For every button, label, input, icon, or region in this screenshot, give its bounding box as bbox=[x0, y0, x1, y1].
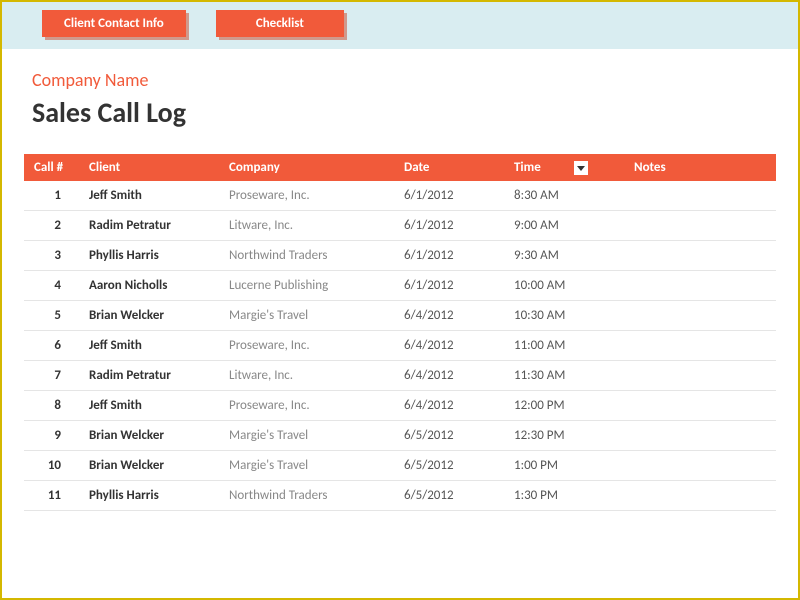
cell-date: 6/5/2012 bbox=[394, 481, 504, 511]
cell-notes bbox=[624, 301, 776, 331]
cell-time: 9:00 AM bbox=[504, 211, 624, 241]
th-time[interactable]: Time bbox=[504, 154, 624, 181]
cell-callnum: 4 bbox=[24, 271, 79, 301]
header-area: Company Name Sales Call Log bbox=[2, 49, 798, 140]
cell-notes bbox=[624, 331, 776, 361]
cell-notes bbox=[624, 271, 776, 301]
cell-date: 6/5/2012 bbox=[394, 421, 504, 451]
tab-label: Checklist bbox=[256, 16, 304, 31]
table-row[interactable]: 4Aaron NichollsLucerne Publishing6/1/201… bbox=[24, 271, 776, 301]
cell-time: 8:30 AM bbox=[504, 181, 624, 211]
cell-company: Litware, Inc. bbox=[219, 361, 394, 391]
tab-label: Client Contact Info bbox=[64, 16, 164, 31]
cell-client: Aaron Nicholls bbox=[79, 271, 219, 301]
filter-dropdown-icon[interactable] bbox=[574, 161, 588, 175]
cell-notes bbox=[624, 421, 776, 451]
cell-callnum: 7 bbox=[24, 361, 79, 391]
cell-date: 6/4/2012 bbox=[394, 301, 504, 331]
cell-date: 6/1/2012 bbox=[394, 271, 504, 301]
cell-callnum: 10 bbox=[24, 451, 79, 481]
tab-checklist[interactable]: Checklist bbox=[216, 10, 344, 37]
cell-date: 6/1/2012 bbox=[394, 241, 504, 271]
th-callnum[interactable]: Call # bbox=[24, 154, 79, 181]
table-header-row: Call # Client Company Date Time Notes bbox=[24, 154, 776, 181]
cell-company: Northwind Traders bbox=[219, 481, 394, 511]
cell-client: Radim Petratur bbox=[79, 211, 219, 241]
cell-date: 6/1/2012 bbox=[394, 211, 504, 241]
cell-company: Northwind Traders bbox=[219, 241, 394, 271]
th-date[interactable]: Date bbox=[394, 154, 504, 181]
cell-callnum: 1 bbox=[24, 181, 79, 211]
cell-notes bbox=[624, 391, 776, 421]
cell-callnum: 2 bbox=[24, 211, 79, 241]
cell-callnum: 3 bbox=[24, 241, 79, 271]
th-time-label: Time bbox=[514, 160, 541, 175]
cell-notes bbox=[624, 211, 776, 241]
table-row[interactable]: 3Phyllis HarrisNorthwind Traders6/1/2012… bbox=[24, 241, 776, 271]
cell-company: Litware, Inc. bbox=[219, 211, 394, 241]
cell-notes bbox=[624, 451, 776, 481]
cell-company: Margie's Travel bbox=[219, 421, 394, 451]
cell-time: 9:30 AM bbox=[504, 241, 624, 271]
cell-time: 12:30 PM bbox=[504, 421, 624, 451]
sales-call-table: Call # Client Company Date Time Notes 1J… bbox=[24, 154, 776, 511]
tab-client-contact-info[interactable]: Client Contact Info bbox=[42, 10, 186, 37]
cell-company: Proseware, Inc. bbox=[219, 391, 394, 421]
cell-client: Phyllis Harris bbox=[79, 241, 219, 271]
table-row[interactable]: 11Phyllis HarrisNorthwind Traders6/5/201… bbox=[24, 481, 776, 511]
cell-client: Radim Petratur bbox=[79, 361, 219, 391]
cell-client: Jeff Smith bbox=[79, 391, 219, 421]
cell-callnum: 5 bbox=[24, 301, 79, 331]
th-notes[interactable]: Notes bbox=[624, 154, 776, 181]
cell-company: Proseware, Inc. bbox=[219, 181, 394, 211]
cell-date: 6/5/2012 bbox=[394, 451, 504, 481]
cell-date: 6/1/2012 bbox=[394, 181, 504, 211]
cell-client: Jeff Smith bbox=[79, 181, 219, 211]
cell-time: 10:00 AM bbox=[504, 271, 624, 301]
cell-client: Brian Welcker bbox=[79, 421, 219, 451]
th-company[interactable]: Company bbox=[219, 154, 394, 181]
table-row[interactable]: 8Jeff SmithProseware, Inc.6/4/201212:00 … bbox=[24, 391, 776, 421]
cell-time: 11:00 AM bbox=[504, 331, 624, 361]
cell-company: Lucerne Publishing bbox=[219, 271, 394, 301]
cell-callnum: 8 bbox=[24, 391, 79, 421]
table-row[interactable]: 2Radim PetraturLitware, Inc.6/1/20129:00… bbox=[24, 211, 776, 241]
table-row[interactable]: 5Brian WelckerMargie's Travel6/4/201210:… bbox=[24, 301, 776, 331]
cell-date: 6/4/2012 bbox=[394, 391, 504, 421]
cell-notes bbox=[624, 361, 776, 391]
table-wrap: Call # Client Company Date Time Notes 1J… bbox=[2, 140, 798, 511]
cell-date: 6/4/2012 bbox=[394, 361, 504, 391]
cell-client: Jeff Smith bbox=[79, 331, 219, 361]
cell-company: Margie's Travel bbox=[219, 301, 394, 331]
table-body: 1Jeff SmithProseware, Inc.6/1/20128:30 A… bbox=[24, 181, 776, 511]
cell-time: 1:00 PM bbox=[504, 451, 624, 481]
table-row[interactable]: 7Radim PetraturLitware, Inc.6/4/201211:3… bbox=[24, 361, 776, 391]
cell-notes bbox=[624, 181, 776, 211]
top-bar: Client Contact Info Checklist bbox=[2, 2, 798, 49]
cell-callnum: 11 bbox=[24, 481, 79, 511]
table-row[interactable]: 6Jeff SmithProseware, Inc.6/4/201211:00 … bbox=[24, 331, 776, 361]
cell-date: 6/4/2012 bbox=[394, 331, 504, 361]
company-name: Company Name bbox=[32, 69, 768, 91]
table-row[interactable]: 10Brian WelckerMargie's Travel6/5/20121:… bbox=[24, 451, 776, 481]
table-row[interactable]: 9Brian WelckerMargie's Travel6/5/201212:… bbox=[24, 421, 776, 451]
table-row[interactable]: 1Jeff SmithProseware, Inc.6/1/20128:30 A… bbox=[24, 181, 776, 211]
cell-time: 11:30 AM bbox=[504, 361, 624, 391]
cell-callnum: 6 bbox=[24, 331, 79, 361]
cell-client: Brian Welcker bbox=[79, 451, 219, 481]
cell-time: 10:30 AM bbox=[504, 301, 624, 331]
page-title: Sales Call Log bbox=[32, 95, 768, 130]
cell-notes bbox=[624, 481, 776, 511]
cell-company: Margie's Travel bbox=[219, 451, 394, 481]
cell-time: 1:30 PM bbox=[504, 481, 624, 511]
cell-company: Proseware, Inc. bbox=[219, 331, 394, 361]
th-client[interactable]: Client bbox=[79, 154, 219, 181]
cell-client: Brian Welcker bbox=[79, 301, 219, 331]
cell-time: 12:00 PM bbox=[504, 391, 624, 421]
cell-callnum: 9 bbox=[24, 421, 79, 451]
cell-client: Phyllis Harris bbox=[79, 481, 219, 511]
cell-notes bbox=[624, 241, 776, 271]
